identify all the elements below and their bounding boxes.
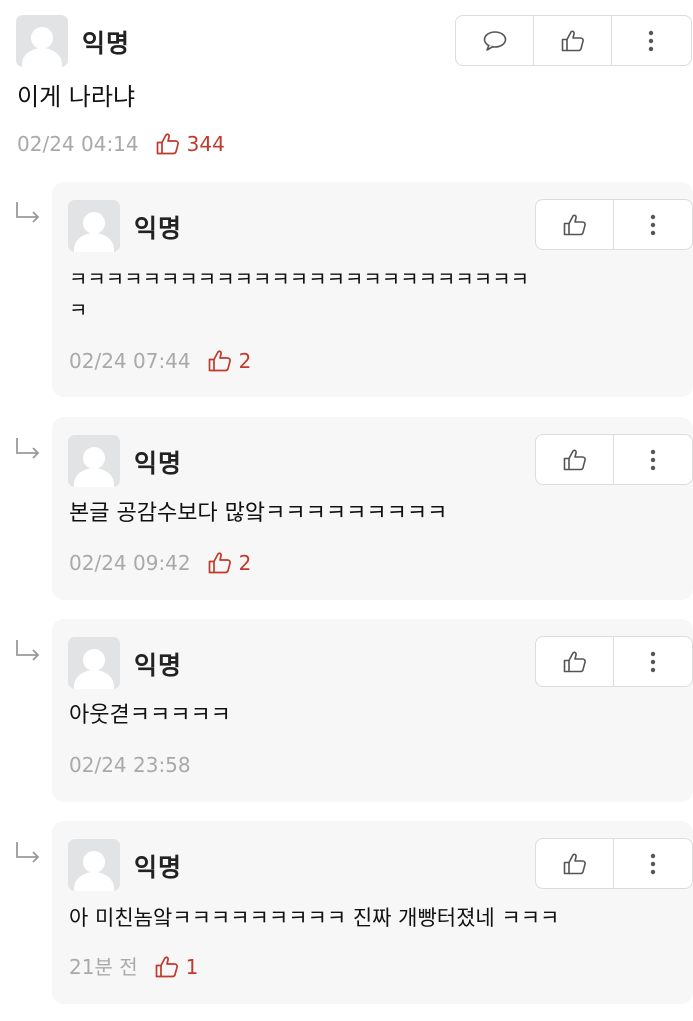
reply-action-bar (535, 636, 693, 687)
thumbs-up-icon (208, 350, 231, 372)
like-button[interactable] (536, 839, 614, 888)
thumbs-up-icon (563, 449, 586, 470)
more-options-button[interactable] (614, 839, 692, 888)
post-text: 이게 나라냐 (17, 83, 136, 111)
reply-arrow-icon (16, 438, 40, 459)
reply-text: 아웃겯ㅋㅋㅋㅋㅋ (69, 703, 231, 728)
more-icon (650, 214, 656, 235)
reply-action-bar (535, 199, 693, 250)
avatar[interactable] (68, 839, 120, 891)
post-author: 익명 (82, 29, 131, 58)
thumbs-up-icon (563, 214, 586, 235)
reply-arrow-icon (16, 842, 40, 863)
reply-text: 본글 공감수보다 많앜ㅋㅋㅋㅋㅋㅋㅋㅋㅋ (69, 501, 448, 526)
reply-card: 익명 아 미친놈앜ㅋㅋㅋㅋㅋㅋㅋㅋㅋ 진짜 개빵터졌네 ㅋㅋㅋ 21분 전 1 (52, 821, 693, 1004)
comment-icon (483, 30, 506, 51)
reply-card: 익명 아웃겯ㅋㅋㅋㅋㅋ 02/24 23:58 (52, 619, 693, 802)
like-button[interactable] (536, 200, 614, 249)
like-button[interactable] (536, 435, 614, 484)
reply-button[interactable] (456, 16, 534, 65)
reply-text: ㅋㅋㅋㅋㅋㅋㅋㅋㅋㅋㅋㅋㅋㅋㅋㅋㅋㅋㅋㅋㅋㅋㅋㅋㅋ (69, 267, 529, 291)
more-icon (650, 651, 656, 672)
avatar[interactable] (16, 15, 68, 67)
reply-date: 02/24 09:42 (69, 551, 191, 575)
reply-text: 아 미친놈앜ㅋㅋㅋㅋㅋㅋㅋㅋㅋ 진짜 개빵터졌네 ㅋㅋㅋ (69, 906, 560, 930)
comment-thread: 익명 이게 나라냐 02/24 04:14 344 익명 ㅋㅋㅋㅋㅋㅋㅋㅋㅋㅋㅋ… (0, 0, 693, 1021)
reply-arrow-icon (16, 640, 40, 661)
post-action-bar (455, 15, 692, 66)
reply-author: 익명 (134, 651, 183, 680)
reply-author: 익명 (134, 853, 183, 882)
reply-arrow-icon (16, 202, 40, 223)
reply-author: 익명 (134, 214, 183, 243)
like-button[interactable] (534, 16, 612, 65)
like-count: 344 (155, 130, 225, 158)
reply-meta: 02/24 09:42 2 (69, 549, 251, 577)
reply-meta: 21분 전 1 (69, 953, 198, 981)
reply-card: 익명 본글 공감수보다 많앜ㅋㅋㅋㅋㅋㅋㅋㅋㅋ 02/24 09:42 2 (52, 417, 693, 600)
thumbs-up-icon (561, 30, 584, 51)
reply-date: 21분 전 (69, 955, 138, 979)
reply-date: 02/24 07:44 (69, 349, 191, 373)
thumbs-up-icon (155, 956, 178, 978)
thumbs-up-icon (208, 552, 231, 574)
like-count: 2 (207, 549, 251, 577)
reply-card: 익명 ㅋㅋㅋㅋㅋㅋㅋㅋㅋㅋㅋㅋㅋㅋㅋㅋㅋㅋㅋㅋㅋㅋㅋㅋㅋ ㅋ 02/24 07:… (52, 182, 693, 397)
reply-meta: 02/24 23:58 (69, 751, 191, 779)
avatar[interactable] (68, 637, 120, 689)
more-options-button[interactable] (614, 435, 692, 484)
more-icon (650, 449, 656, 470)
thumbs-up-icon (563, 853, 586, 874)
more-icon (648, 30, 654, 51)
avatar[interactable] (68, 435, 120, 487)
more-options-button[interactable] (614, 637, 692, 686)
like-button[interactable] (536, 637, 614, 686)
reply-author: 익명 (134, 449, 183, 478)
thumbs-up-icon (563, 651, 586, 672)
reply-date: 02/24 23:58 (69, 753, 191, 777)
reply-meta: 02/24 07:44 2 (69, 347, 251, 375)
post-date: 02/24 04:14 (17, 132, 139, 156)
like-count: 1 (154, 953, 198, 981)
reply-action-bar (535, 434, 693, 485)
like-count: 2 (207, 347, 251, 375)
thumbs-up-icon (156, 133, 179, 155)
more-options-button[interactable] (614, 200, 692, 249)
post-meta: 02/24 04:14 344 (17, 130, 225, 158)
more-icon (650, 853, 656, 874)
reply-text-continued: ㅋ (69, 298, 88, 322)
more-options-button[interactable] (612, 16, 690, 65)
avatar[interactable] (68, 200, 120, 252)
reply-action-bar (535, 838, 693, 889)
